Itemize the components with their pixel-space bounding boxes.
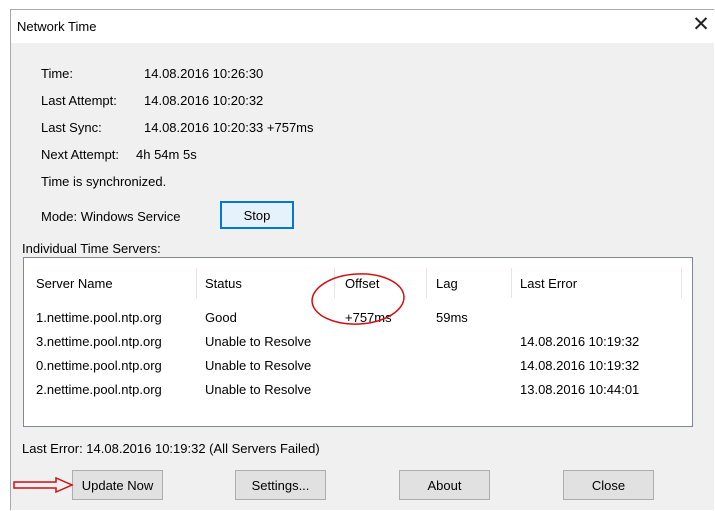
annotation-overlay: [13, 273, 405, 494]
offset-highlight-ellipse: [311, 273, 405, 325]
red-arrow-icon: [13, 476, 74, 494]
